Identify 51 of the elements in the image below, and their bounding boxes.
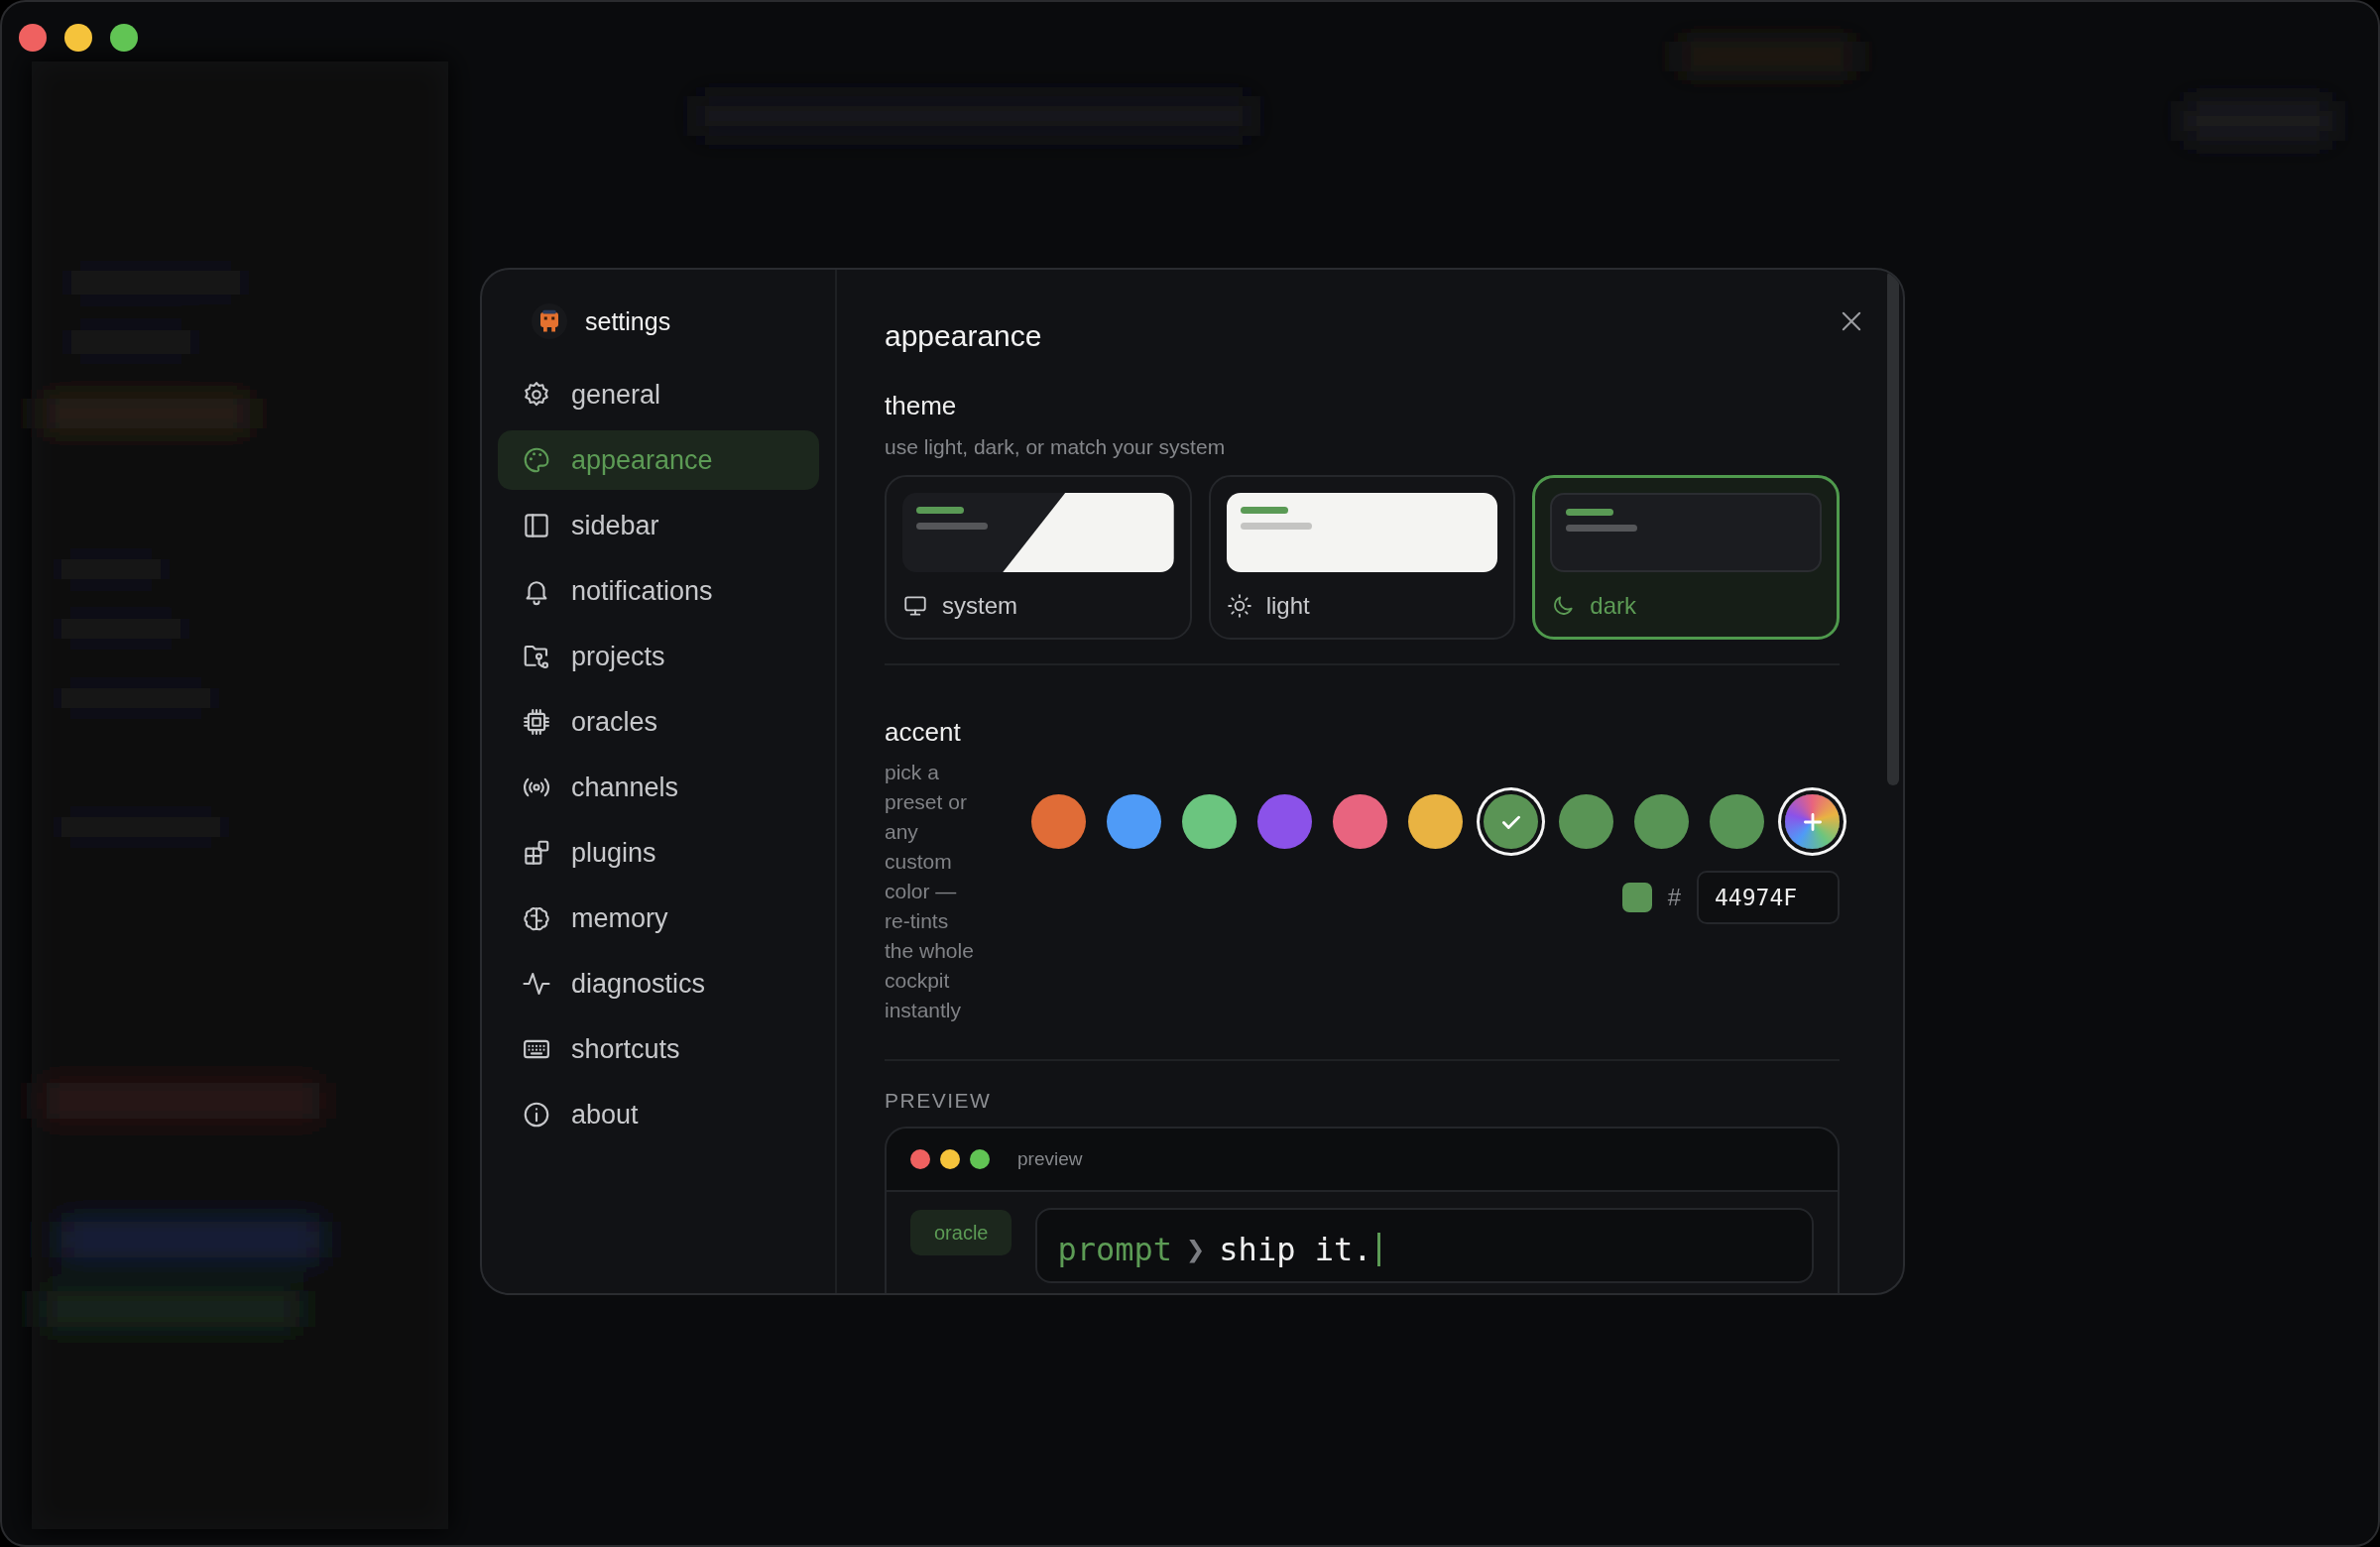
color-swatch[interactable] bbox=[1408, 794, 1463, 849]
nav-item[interactable]: oracles bbox=[498, 692, 819, 752]
blocks-icon bbox=[522, 838, 551, 868]
section-heading: PREVIEW bbox=[885, 1089, 992, 1113]
prompt-input-field[interactable]: prompt ❯ ship it. bbox=[1035, 1208, 1814, 1283]
page-title: appearance bbox=[885, 319, 1042, 353]
section-title: theme bbox=[885, 391, 957, 421]
color-swatch[interactable] bbox=[1559, 794, 1613, 849]
window-minimize-button[interactable] bbox=[64, 24, 92, 52]
info-icon bbox=[522, 1100, 551, 1130]
window-zoom-button[interactable] bbox=[110, 24, 138, 52]
color-swatch[interactable] bbox=[1182, 794, 1237, 849]
palette-icon bbox=[522, 445, 551, 475]
nav-item[interactable]: about bbox=[498, 1085, 819, 1144]
close-dot bbox=[910, 1149, 930, 1169]
nav-item[interactable]: projects bbox=[498, 627, 819, 686]
sun-icon bbox=[1226, 593, 1252, 619]
settings-title: settings bbox=[585, 306, 671, 336]
theme-option[interactable]: system bbox=[885, 475, 1192, 640]
preview-title: preview bbox=[1017, 1148, 1083, 1170]
sidebar-icon bbox=[522, 511, 551, 540]
color-swatch[interactable] bbox=[1710, 794, 1764, 849]
nav-item[interactable]: sidebar bbox=[498, 496, 819, 555]
nav-item[interactable]: notifications bbox=[498, 561, 819, 621]
theme-option[interactable]: dark bbox=[1532, 475, 1840, 640]
mascot-icon bbox=[532, 303, 567, 339]
nav-item[interactable]: shortcuts bbox=[498, 1019, 819, 1079]
color-swatch[interactable] bbox=[1257, 794, 1312, 849]
color-swatch[interactable] bbox=[1031, 794, 1086, 849]
oracle-tag: oracle bbox=[910, 1210, 1012, 1255]
nav-item[interactable]: diagnostics bbox=[498, 954, 819, 1013]
section-description: pick a preset or any custom color — re-tints the whole cockpit instantly bbox=[885, 760, 975, 1023]
nav-item[interactable]: memory bbox=[498, 889, 819, 948]
color-swatch[interactable] bbox=[1107, 794, 1161, 849]
color-swatch[interactable] bbox=[1333, 794, 1387, 849]
nav-item[interactable]: channels bbox=[498, 758, 819, 817]
nav-item[interactable]: general bbox=[498, 365, 819, 424]
nav-item[interactable]: plugins bbox=[498, 823, 819, 883]
hex-input-field[interactable]: 44974F bbox=[1697, 871, 1840, 924]
theme-option[interactable]: light bbox=[1208, 475, 1516, 640]
color-preview-swatch bbox=[1621, 883, 1652, 912]
color-swatch[interactable] bbox=[1634, 794, 1689, 849]
zoom-dot bbox=[970, 1149, 990, 1169]
monitor-icon bbox=[902, 593, 928, 619]
chip-icon bbox=[522, 707, 551, 737]
window-close-button[interactable] bbox=[19, 24, 47, 52]
hash-label: # bbox=[1667, 884, 1681, 911]
minimize-dot bbox=[940, 1149, 960, 1169]
section-description: use light, dark, or match your system bbox=[885, 435, 1226, 459]
nav-item[interactable]: appearance bbox=[498, 430, 819, 490]
section-title: accent bbox=[885, 717, 961, 748]
